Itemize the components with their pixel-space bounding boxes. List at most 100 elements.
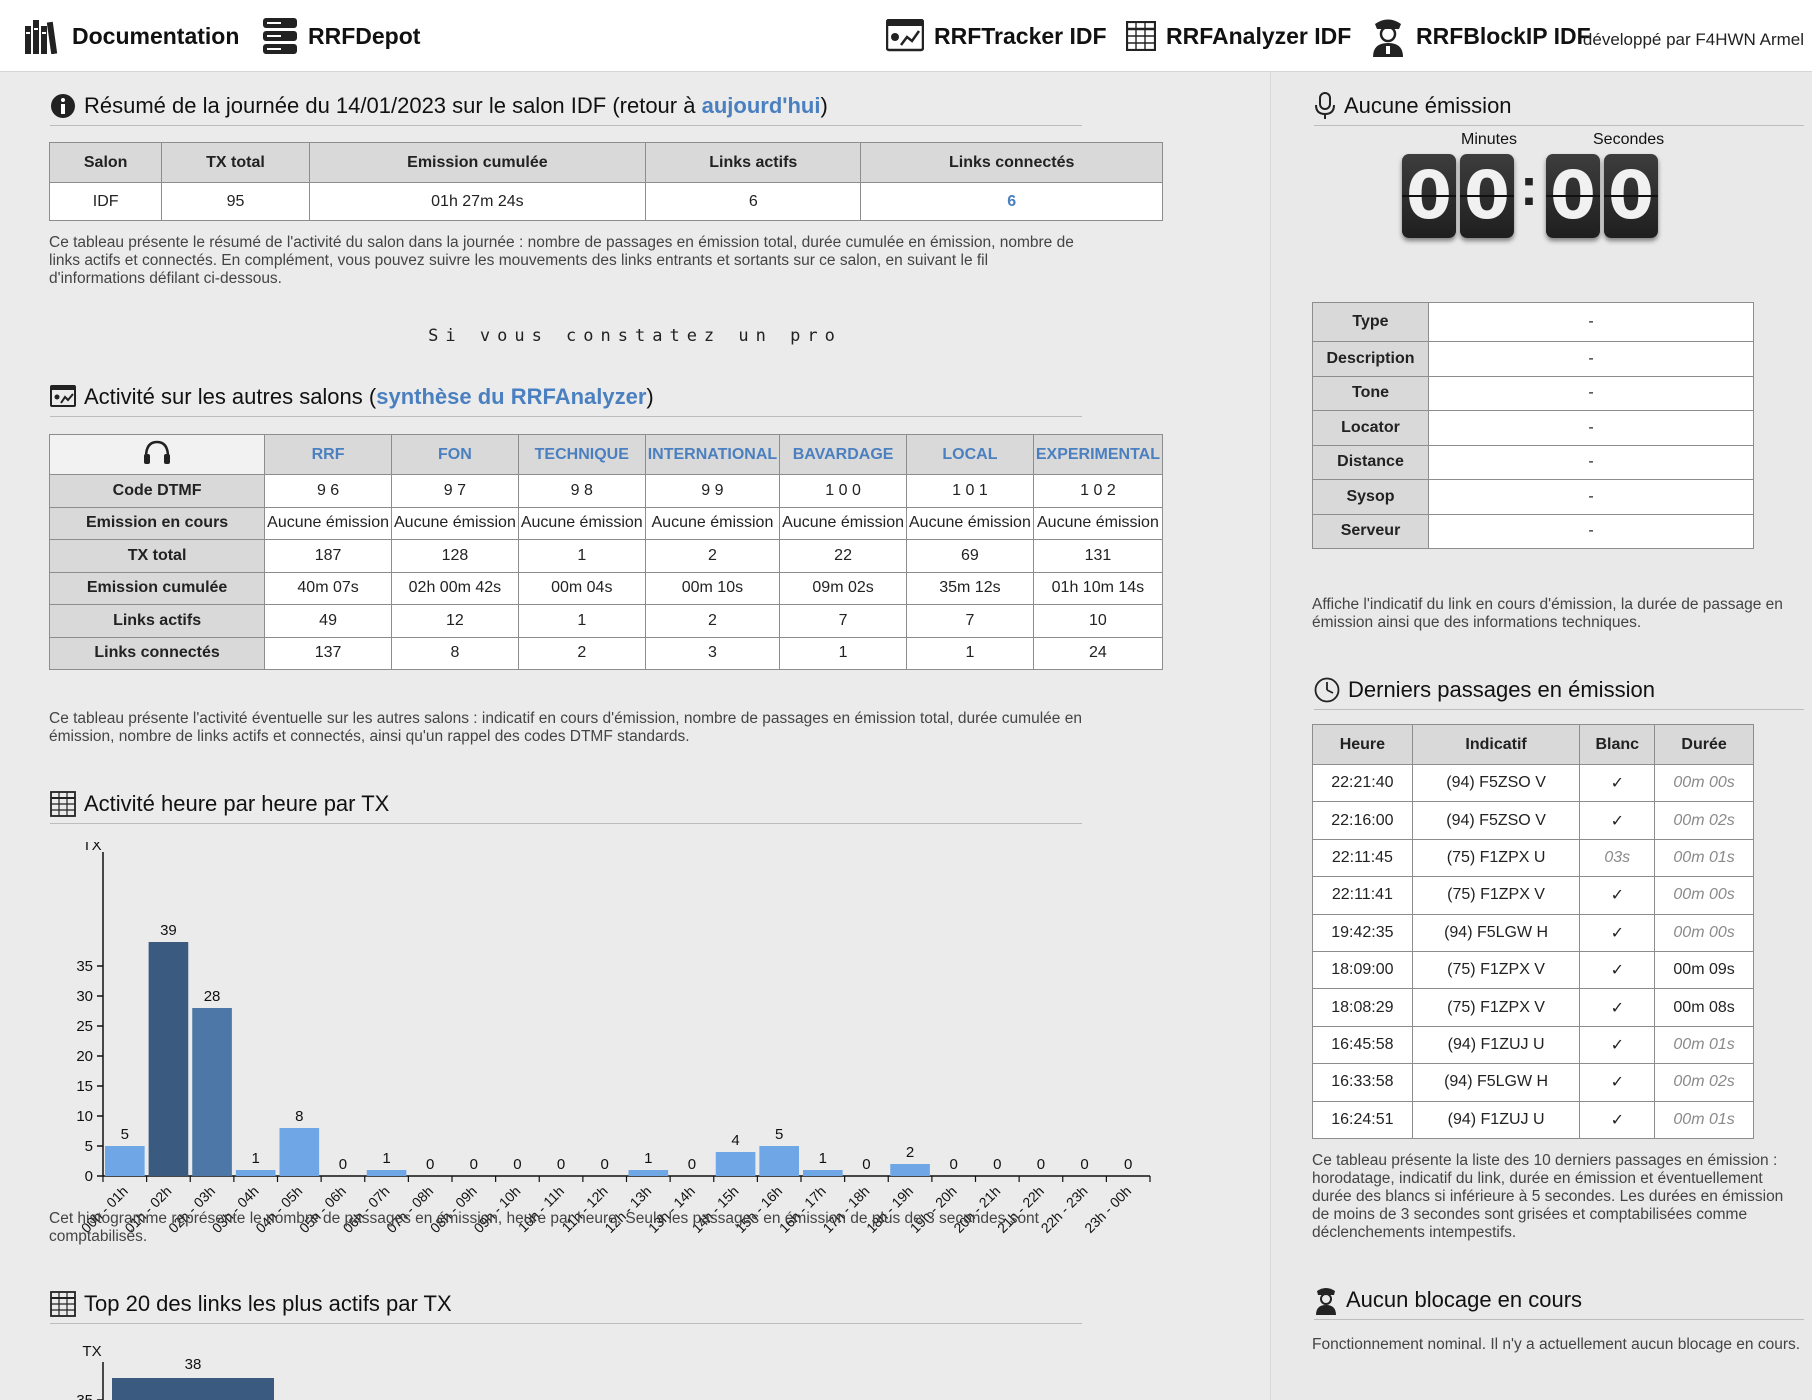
last-heure-cell: 18:08:29 [1312,988,1413,1027]
summary-col-header: Links actifs [645,142,862,183]
salons-cell: 1 [517,539,646,573]
last-row: 19:42:35 (94) F5LGW H ✓ 00m 00s [1312,913,1754,952]
bar-value-label: 0 [1124,1156,1132,1173]
salons-cell: 1 0 2 [1032,474,1164,508]
salon-header-link[interactable]: FON [391,434,519,475]
hourly-bar [366,1170,407,1176]
bar-value-label: 5 [775,1126,783,1143]
last-blanc-cell: ✓ [1579,950,1656,990]
nav-documentation[interactable]: Documentation [24,14,239,58]
nav-analyzer[interactable]: RRFAnalyzer IDF [1126,14,1351,58]
main-column: Résumé de la journée du 14/01/2023 sur l… [0,72,1270,1400]
server-icon [263,18,297,54]
summary-cell: 95 [161,182,310,221]
hourly-bar-chart: TX05101520253035500h - 01h3901h - 02h280… [76,842,1151,1236]
salon-header-link[interactable]: EXPERIMENTAL [1032,434,1164,475]
last-heure-cell: 16:45:58 [1312,1025,1413,1065]
info-row-value: - [1428,341,1754,377]
last-row: 16:45:58 (94) F1ZUJ U ✓ 00m 01s [1312,1025,1754,1065]
y-tick-label: 35 [76,958,93,975]
info-row-label: Sysop [1312,479,1429,515]
salons-row: TX total 187 128 1 2 22 69 131 [48,539,1164,573]
last-row: 18:09:00 (75) F1ZPX V ✓ 00m 09s [1312,950,1754,990]
bar-value-label: 38 [185,1356,202,1373]
y-axis-label: TX [82,842,101,854]
salons-cell: 24 [1032,636,1164,670]
summary-cell[interactable]: 6 [860,182,1163,221]
salons-cell: 01h 10m 14s [1032,571,1164,605]
salon-header-link[interactable]: LOCAL [906,434,1034,475]
top20-title: Top 20 des links les plus actifs par TX [50,1288,1082,1324]
hourly-bar [148,942,189,1176]
salon-header-link[interactable]: INTERNATIONAL [644,434,781,475]
y-tick-label: 10 [76,1108,93,1125]
last-indicatif-cell: (75) F1ZPX V [1411,950,1581,990]
salon-header-link[interactable]: TECHNIQUE [517,434,646,475]
last-description: Ce tableau présente la liste des 10 dern… [1312,1152,1784,1241]
top-navigation-bar: Documentation RRFDepot RRFTracker IDF RR… [0,0,1812,72]
salons-cell: Aucune émission [1032,506,1164,540]
hourly-bar [192,1008,232,1176]
nav-depot[interactable]: RRFDepot [262,14,420,58]
bar-value-label: 39 [160,922,177,939]
summary-col-header: Links connectés [860,142,1163,183]
hourly-bar [279,1128,320,1176]
info-row-label: Locator [1312,410,1429,446]
other-salons-description: Ce tableau présente l'activité éventuell… [49,710,1082,745]
top20-bar-chart: TX 35 38 [76,1343,274,1400]
last-heure-cell: 22:21:40 [1312,763,1413,803]
table-grid-icon [1126,21,1156,51]
info-row-value: - [1428,479,1754,515]
bar-value-label: 28 [204,988,221,1005]
summary-title-suffix: ) [820,92,828,118]
table-grid-icon [50,790,76,817]
salons-row-label: Links connectés [48,636,266,670]
clock-icon [1314,677,1340,702]
nav-tracker[interactable]: RRFTracker IDF [886,14,1107,58]
headphones-header [48,434,266,475]
salons-cell: 12 [391,604,519,638]
salons-row-label: Emission en cours [48,506,266,540]
minutes-units-digit: 0 [1460,154,1514,238]
bar-value-label: 0 [1037,1156,1045,1173]
last-indicatif-cell: (94) F5LGW H [1411,1063,1581,1102]
last-heure-cell: 22:11:41 [1312,876,1413,915]
last-heure-cell: 22:11:45 [1312,838,1413,878]
emission-title: Aucune émission [1314,90,1804,126]
last-row: 16:24:51 (94) F1ZUJ U ✓ 00m 01s [1312,1100,1754,1139]
info-row: Sysop - [1312,479,1754,515]
summary-cell: 6 [645,182,862,221]
y-tick-label: 15 [76,1078,93,1095]
nav-tracker-label: RRFTracker IDF [934,22,1107,49]
analyzer-synthesis-link[interactable]: synthèse du RRFAnalyzer [376,384,646,409]
bar-value-label: 1 [644,1150,652,1167]
info-row-value: - [1428,513,1754,549]
salon-header-link[interactable]: BAVARDAGE [779,434,907,475]
last-indicatif-cell: (94) F5ZSO V [1411,801,1581,840]
salons-row: Code DTMF 9 69 79 89 91 0 01 0 11 0 2 [48,474,1164,508]
bar-value-label: 8 [295,1108,303,1125]
salons-cell: 1 0 1 [906,474,1034,508]
today-link[interactable]: aujourd'hui [702,93,821,118]
hourly-title-text: Activité heure par heure par TX [84,790,390,816]
bar-value-label: 0 [557,1156,565,1173]
last-blanc-cell: ✓ [1579,913,1656,952]
salons-cell: 187 [264,539,392,573]
summary-table: Salon TX total Emission cumulée Links actif… [48,142,1163,221]
bar-value-label: 0 [1080,1156,1088,1173]
salons-cell: 10 [1032,604,1164,638]
bar-value-label: 1 [252,1150,260,1167]
nav-blockip[interactable]: RRFBlockIP IDF [1370,14,1591,58]
info-row-label: Type [1312,302,1429,342]
hourly-bar [803,1170,843,1176]
bar-value-label: 1 [382,1150,390,1167]
salons-cell: Aucune émission [517,506,646,540]
info-row: Type - [1312,302,1754,342]
top20-title-text: Top 20 des links les plus actifs par TX [84,1290,452,1316]
salon-header-link[interactable]: RRF [264,434,392,475]
last-duree-cell: 00m 09s [1654,950,1754,990]
y-tick-label: 35 [76,1392,93,1400]
salons-cell: 128 [391,539,519,573]
last-row: 22:21:40 (94) F5ZSO V ✓ 00m 00s [1312,763,1754,803]
last-indicatif-cell: (75) F1ZPX U [1411,838,1581,878]
